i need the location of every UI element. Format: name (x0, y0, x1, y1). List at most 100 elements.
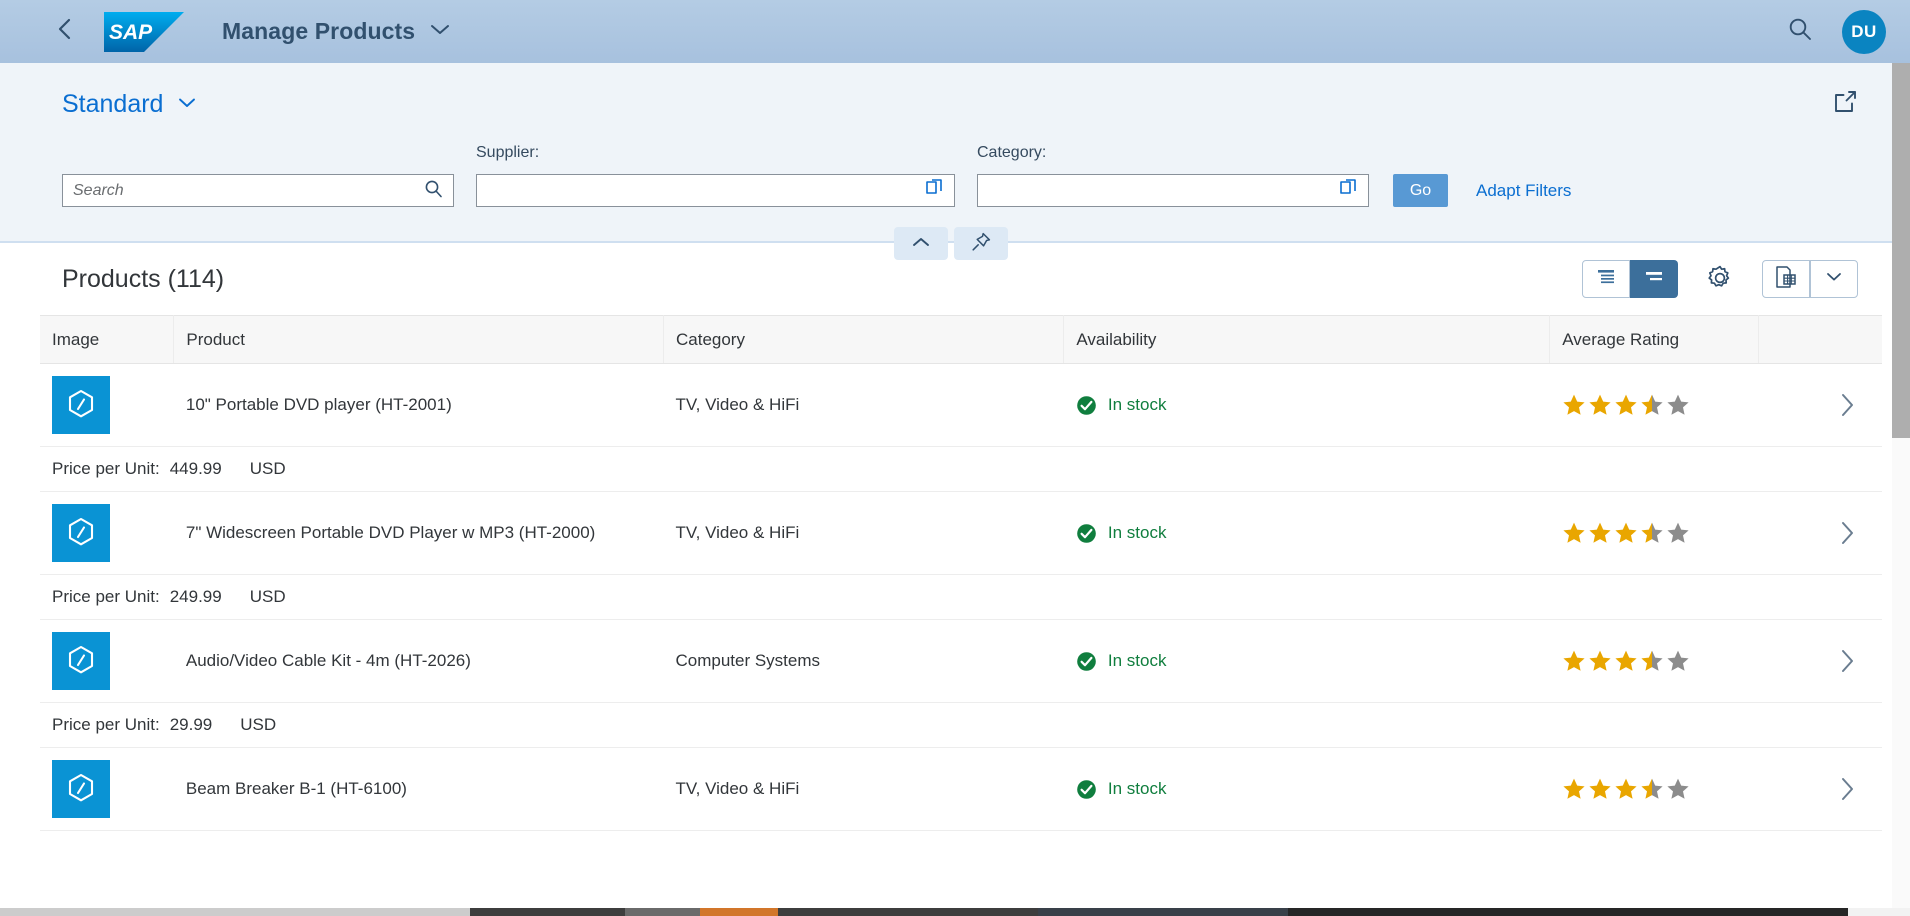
cell-category: TV, Video & HiFi (663, 363, 1064, 447)
category-value-help-button[interactable] (1328, 178, 1368, 203)
category-field-label: Category: (977, 144, 1047, 161)
star-filled-icon (1615, 522, 1637, 543)
back-chevron-icon (55, 17, 75, 46)
filter-field-search (62, 144, 454, 207)
cell-image (40, 491, 174, 575)
table-row[interactable]: 10" Portable DVD player (HT-2001) TV, Vi… (40, 363, 1882, 447)
cell-image (40, 363, 174, 447)
row-navigation-button[interactable] (1770, 392, 1870, 418)
app-title-menu[interactable]: Manage Products (184, 18, 451, 45)
category-input-wrapper[interactable] (977, 174, 1369, 207)
column-header-image[interactable]: Image (40, 315, 175, 364)
product-category: Computer Systems (675, 651, 821, 670)
star-filled-icon (1589, 650, 1611, 671)
category-input[interactable] (978, 175, 1328, 206)
star-filled-icon (1615, 394, 1637, 415)
product-thumbnail (52, 632, 110, 690)
back-button[interactable] (48, 15, 82, 49)
star-filled-icon (1615, 650, 1637, 671)
shell-bar: SAP Manage Products DU (0, 0, 1910, 63)
row-navigation-button[interactable] (1770, 520, 1870, 546)
cell-rating (1549, 747, 1758, 831)
price-label: Price per Unit: (52, 459, 160, 478)
pin-filter-bar-button[interactable] (954, 227, 1008, 260)
page-scrollbar[interactable] (1892, 63, 1910, 916)
rating-stars (1562, 777, 1746, 801)
chevron-down-icon (177, 96, 197, 114)
cell-nav (1758, 363, 1882, 447)
chevron-right-icon (1842, 522, 1853, 544)
cell-rating (1549, 619, 1758, 703)
adapt-filters-button[interactable]: Adapt Filters (1476, 174, 1571, 207)
pin-icon (970, 231, 992, 256)
collapse-filter-bar-button[interactable] (894, 227, 948, 260)
star-half-icon (1640, 777, 1664, 801)
cell-price: Price per Unit: 449.99 USD (40, 446, 1882, 492)
table-settings-button[interactable] (1700, 260, 1740, 298)
density-cozy-button[interactable] (1630, 260, 1678, 298)
star-empty-icon (1667, 522, 1689, 543)
column-header-nav (1758, 315, 1882, 364)
column-header-product[interactable]: Product (173, 315, 664, 364)
cell-image (40, 747, 174, 831)
cell-price: Price per Unit: 29.99 USD (40, 702, 1882, 748)
table-row[interactable]: 7" Widescreen Portable DVD Player w MP3 … (40, 491, 1882, 575)
filter-field-category: Category: (977, 144, 1369, 207)
search-button[interactable] (1782, 14, 1818, 50)
table-row[interactable]: Audio/Video Cable Kit - 4m (HT-2026) Com… (40, 619, 1882, 703)
sap-logo[interactable]: SAP (104, 11, 184, 52)
filter-fields: Supplier: Category: (0, 132, 1910, 241)
variant-row: Standard (0, 63, 1910, 132)
row-navigation-button[interactable] (1770, 776, 1870, 802)
export-to-spreadsheet-icon (1774, 265, 1798, 294)
supplier-value-help-button[interactable] (914, 178, 954, 203)
availability-text: In stock (1107, 395, 1167, 414)
column-header-rating[interactable]: Average Rating (1549, 315, 1759, 364)
search-input[interactable] (63, 175, 414, 206)
cell-availability: In stock (1063, 747, 1550, 831)
search-input-wrapper[interactable] (62, 174, 454, 207)
product-category: TV, Video & HiFi (675, 395, 800, 414)
cell-product: Beam Breaker B-1 (HT-6100) (173, 747, 664, 831)
cell-nav (1758, 491, 1882, 575)
share-button[interactable] (1832, 89, 1858, 120)
product-category: TV, Video & HiFi (675, 779, 800, 798)
availability-text: In stock (1107, 651, 1167, 670)
page-title: Manage Products (222, 18, 416, 44)
cell-category: Computer Systems (663, 619, 1064, 703)
cell-image (40, 619, 174, 703)
density-toggle-group (1582, 260, 1678, 298)
availability-text: In stock (1107, 779, 1167, 798)
chevron-up-icon (910, 235, 932, 252)
table-title: Products (114) (62, 264, 225, 293)
variant-selector[interactable]: Standard (62, 90, 197, 119)
products-table: Image Product Category Availability Aver… (40, 315, 1882, 831)
export-options-button[interactable] (1810, 260, 1858, 298)
supplier-input[interactable] (477, 175, 914, 206)
search-submit-button[interactable] (414, 179, 453, 203)
rating-stars (1562, 521, 1746, 545)
row-navigation-button[interactable] (1770, 648, 1870, 674)
price-per-unit: Price per Unit: 29.99 USD (52, 715, 1870, 735)
price-label: Price per Unit: (52, 715, 160, 734)
rating-stars (1562, 649, 1746, 673)
star-filled-icon (1589, 778, 1611, 799)
supplier-input-wrapper[interactable] (476, 174, 955, 207)
products-table-section: Products (114) Image Product Category Av… (0, 243, 1910, 831)
table-row[interactable]: Beam Breaker B-1 (HT-6100) TV, Video & H… (40, 747, 1882, 831)
star-half-icon (1640, 393, 1664, 417)
availability-status: In stock (1076, 651, 1538, 672)
column-header-category[interactable]: Category (663, 315, 1065, 364)
chevron-right-icon (1842, 778, 1853, 800)
export-split-button (1762, 260, 1858, 298)
density-compact-button[interactable] (1582, 260, 1630, 298)
column-header-availability[interactable]: Availability (1063, 315, 1551, 364)
value-help-icon (924, 178, 944, 203)
chevron-right-icon (1842, 394, 1853, 416)
avatar[interactable]: DU (1842, 9, 1886, 54)
export-to-spreadsheet-button[interactable] (1762, 260, 1810, 298)
availability-text: In stock (1107, 523, 1167, 542)
os-taskbar (0, 908, 1910, 916)
go-button[interactable]: Go (1393, 174, 1448, 207)
page-scrollbar-thumb[interactable] (1892, 63, 1910, 438)
